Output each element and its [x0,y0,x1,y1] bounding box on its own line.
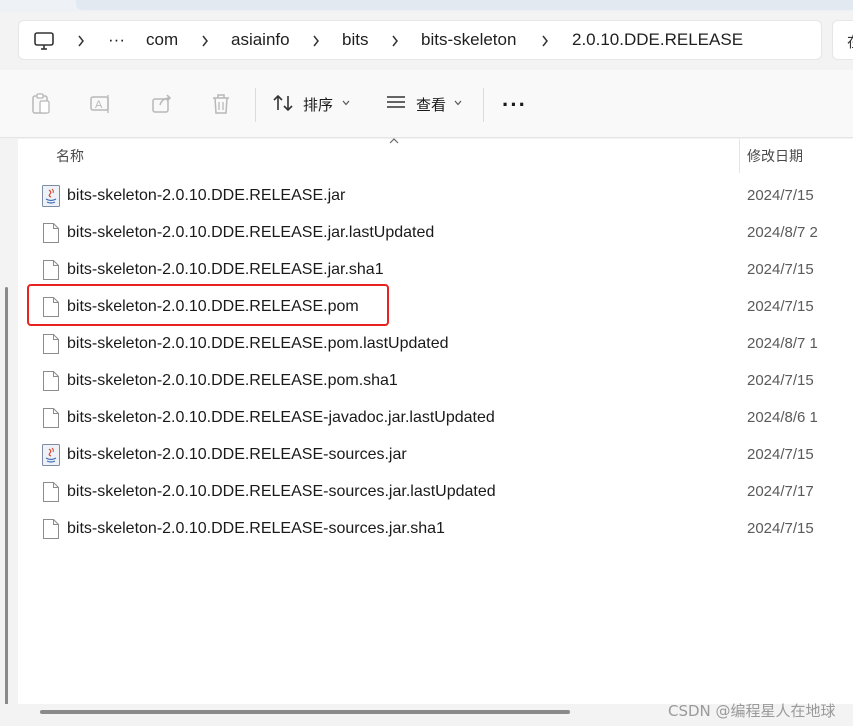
breadcrumb-item-current[interactable]: 2.0.10.DDE.RELEASE [572,21,743,59]
file-name: bits-skeleton-2.0.10.DDE.RELEASE-javadoc… [67,409,495,426]
search-placeholder: 在 [847,31,853,52]
file-name: bits-skeleton-2.0.10.DDE.RELEASE.jar.sha… [67,261,384,278]
chevron-right-icon[interactable] [391,21,399,59]
sort-icon[interactable] [272,92,296,114]
file-row[interactable]: bits-skeleton-2.0.10.DDE.RELEASE-sources… [38,510,838,547]
file-row[interactable]: bits-skeleton-2.0.10.DDE.RELEASE.jar 2024… [38,177,838,214]
more-options-button[interactable]: ··· [502,92,527,118]
breadcrumb-item[interactable]: com [146,21,178,59]
file-icon [42,481,60,503]
chevron-right-icon[interactable] [312,21,320,59]
file-name: bits-skeleton-2.0.10.DDE.RELEASE.jar [67,187,346,204]
file-icon [42,333,60,355]
chevron-right-icon[interactable] [541,21,549,59]
file-icon [42,222,60,244]
file-name: bits-skeleton-2.0.10.DDE.RELEASE-sources… [67,520,445,537]
sort-button[interactable]: 排序 [303,94,333,115]
file-row[interactable]: bits-skeleton-2.0.10.DDE.RELEASE.pom.sha… [38,362,838,399]
horizontal-scrollbar-thumb[interactable] [40,710,570,714]
file-icon [42,518,60,540]
file-name: bits-skeleton-2.0.10.DDE.RELEASE.jar.las… [67,224,435,241]
view-button[interactable]: 查看 [416,94,446,115]
pane-border [14,139,18,726]
command-bar: A 排序 查看 ··· [0,70,853,138]
file-date: 2024/8/7 2 [747,224,818,241]
paste-icon[interactable] [30,92,52,116]
file-date: 2024/7/15 [747,520,814,537]
chevron-down-icon[interactable] [454,100,462,106]
file-date: 2024/7/15 [747,261,814,278]
file-date: 2024/7/17 [747,483,814,500]
breadcrumb-more[interactable]: ··· [108,21,125,59]
file-row[interactable]: bits-skeleton-2.0.10.DDE.RELEASE.pom.las… [38,325,838,362]
column-header-date[interactable]: 修改日期 [747,139,803,173]
highlight-box [27,284,389,326]
file-date: 2024/7/15 [747,187,814,204]
file-row[interactable]: bits-skeleton-2.0.10.DDE.RELEASE-javadoc… [38,399,838,436]
file-row[interactable]: bits-skeleton-2.0.10.DDE.RELEASE.jar.sha… [38,251,838,288]
computer-icon[interactable] [33,31,55,51]
file-date: 2024/8/7 1 [747,335,818,352]
rename-icon[interactable]: A [89,92,113,116]
java-jar-icon [42,185,60,207]
chevron-right-icon[interactable] [77,21,85,59]
breadcrumb-item[interactable]: bits-skeleton [421,21,516,59]
file-row[interactable]: bits-skeleton-2.0.10.DDE.RELEASE-sources… [38,436,838,473]
file-name: bits-skeleton-2.0.10.DDE.RELEASE.pom.las… [67,335,449,352]
share-icon[interactable] [150,92,174,116]
toolbar-divider [483,88,484,122]
delete-icon[interactable] [210,92,232,116]
chevron-right-icon[interactable] [201,21,209,59]
java-jar-icon [42,444,60,466]
tab-edge [76,0,853,10]
file-date: 2024/7/15 [747,298,814,315]
address-bar[interactable]: ··· com asiainfo bits bits-skeleton 2.0.… [18,20,822,60]
file-row[interactable]: bits-skeleton-2.0.10.DDE.RELEASE.jar.las… [38,214,838,251]
file-date: 2024/7/15 [747,372,814,389]
file-icon [42,370,60,392]
chevron-down-icon[interactable] [342,100,350,106]
file-name: bits-skeleton-2.0.10.DDE.RELEASE.pom.sha… [67,372,398,389]
search-box[interactable]: 在 [832,20,853,60]
vertical-scrollbar-thumb[interactable] [5,287,8,705]
file-name: bits-skeleton-2.0.10.DDE.RELEASE-sources… [67,446,407,463]
title-strip [0,0,853,12]
view-icon[interactable] [385,92,407,112]
file-date: 2024/8/6 1 [747,409,818,426]
svg-text:A: A [95,99,103,111]
file-date: 2024/7/15 [747,446,814,463]
file-icon [42,259,60,281]
file-row[interactable]: bits-skeleton-2.0.10.DDE.RELEASE-sources… [38,473,838,510]
right-clip [826,174,853,704]
column-header-name[interactable]: 名称 [56,139,84,173]
file-icon [42,407,60,429]
toolbar-divider [255,88,256,122]
sort-up-icon [389,138,399,144]
breadcrumb-item[interactable]: bits [342,21,368,59]
file-name: bits-skeleton-2.0.10.DDE.RELEASE-sources… [67,483,496,500]
column-divider[interactable] [739,139,740,173]
watermark: CSDN @编程星人在地球 [668,702,836,720]
breadcrumb-item[interactable]: asiainfo [231,21,290,59]
